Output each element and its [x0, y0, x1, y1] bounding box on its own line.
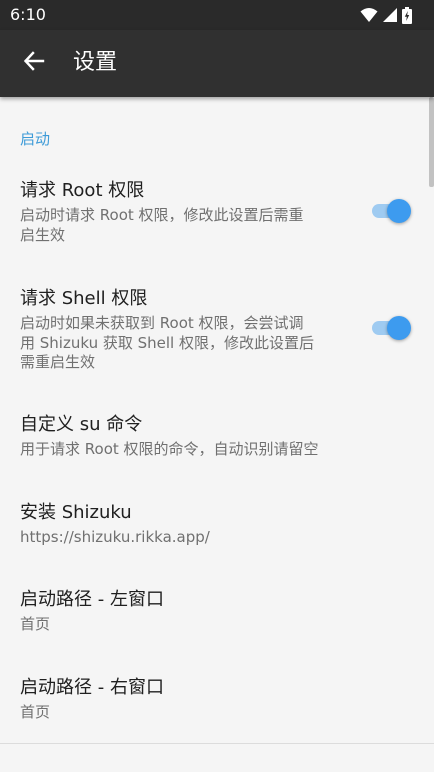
pref-summary: 需重启生效: [20, 353, 96, 371]
pref-custom-su[interactable]: 自定义 su 命令 用于请求 Root 权限的命令，自动识别请留空: [0, 403, 434, 473]
battery-charging-icon: [402, 6, 412, 24]
request-root-switch[interactable]: [370, 198, 411, 224]
pref-summary: 启动时请求 Root 权限，修改此设置后需重: [20, 206, 304, 224]
pref-request-shell[interactable]: 请求 Shell 权限 启动时如果未获取到 Root 权限，会尝试调 用 Shi…: [0, 277, 434, 377]
arrow-back-icon: [23, 50, 45, 76]
app-bar: 设置: [0, 30, 434, 97]
back-button[interactable]: [14, 43, 54, 83]
pref-summary: 用于请求 Root 权限的命令，自动识别请留空: [20, 440, 319, 458]
pref-title: 安装 Shizuku: [20, 502, 132, 523]
switch-thumb: [387, 316, 411, 340]
pref-summary: https://shizuku.rikka.app/: [20, 528, 210, 546]
settings-list[interactable]: 启动 请求 Root 权限 启动时请求 Root 权限，修改此设置后需重 启生效…: [0, 97, 434, 772]
pref-request-root[interactable]: 请求 Root 权限 启动时请求 Root 权限，修改此设置后需重 启生效: [0, 169, 434, 259]
status-time: 6:10: [10, 5, 46, 24]
pref-summary: 用 Shizuku 获取 Shell 权限，修改此设置后: [20, 333, 314, 352]
section-header-launch: 启动: [20, 130, 51, 148]
divider: [0, 743, 434, 744]
pref-title: 请求 Shell 权限: [20, 288, 148, 309]
pref-launch-path-right[interactable]: 启动路径 - 右窗口 首页: [0, 666, 434, 736]
pref-install-shizuku[interactable]: 安装 Shizuku https://shizuku.rikka.app/: [0, 491, 434, 561]
pref-summary: 启生效: [20, 225, 66, 244]
pref-title: 启动路径 - 左窗口: [20, 589, 164, 610]
pref-summary: 首页: [20, 615, 51, 633]
status-icons: [360, 6, 412, 24]
wifi-icon: [360, 7, 378, 23]
pref-summary: 启动时如果未获取到 Root 权限，会尝试调: [20, 314, 304, 332]
page-title: 设置: [73, 50, 118, 75]
pref-title: 请求 Root 权限: [20, 180, 145, 201]
pref-title: 自定义 su 命令: [20, 414, 143, 435]
pref-title: 启动路径 - 右窗口: [20, 677, 164, 698]
pref-summary: 首页: [20, 703, 51, 721]
cellular-signal-icon: [382, 7, 398, 23]
switch-thumb: [387, 199, 411, 223]
pref-launch-path-left[interactable]: 启动路径 - 左窗口 首页: [0, 578, 434, 648]
status-bar: 6:10: [0, 0, 434, 30]
request-shell-switch[interactable]: [370, 315, 411, 341]
